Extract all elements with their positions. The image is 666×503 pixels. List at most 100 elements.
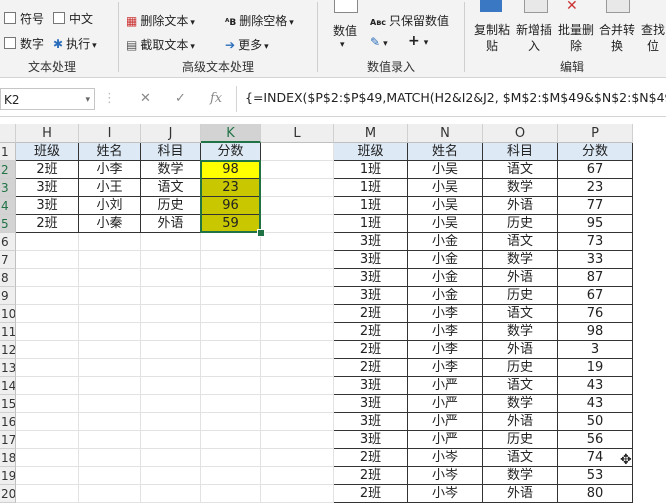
grid-cell[interactable] — [201, 287, 261, 305]
lookup-table-cell[interactable]: 2班 — [16, 161, 79, 179]
source-table-cell[interactable]: 语文 — [483, 449, 558, 467]
source-table-cell[interactable]: 小金 — [408, 269, 483, 287]
grid-cell[interactable] — [201, 485, 261, 503]
lookup-table-cell[interactable]: 语文 — [141, 179, 201, 197]
row-header[interactable]: 13 — [0, 359, 16, 377]
column-header-i[interactable]: I — [79, 124, 141, 143]
grid-cell[interactable] — [261, 395, 334, 413]
row-header[interactable]: 6 — [0, 233, 16, 251]
lookup-table-cell[interactable]: 59 — [201, 215, 261, 233]
source-table-cell[interactable]: 77 — [558, 197, 633, 215]
grid-cell[interactable] — [201, 395, 261, 413]
source-table-cell[interactable]: 2班 — [334, 359, 408, 377]
source-table-cell[interactable]: 1班 — [334, 161, 408, 179]
grid-cell[interactable] — [79, 269, 141, 287]
execute-button[interactable]: ✱ 执行 ▾ — [53, 35, 97, 52]
source-table-cell[interactable]: 23 — [558, 179, 633, 197]
source-table-cell[interactable]: 历史 — [483, 359, 558, 377]
grid-cell[interactable] — [141, 323, 201, 341]
source-table-cell[interactable]: 43 — [558, 377, 633, 395]
grid-cell[interactable] — [201, 413, 261, 431]
row-header[interactable]: 8 — [0, 269, 16, 287]
row-header[interactable]: 1 — [0, 143, 16, 161]
grid-cell[interactable] — [261, 377, 334, 395]
grid-cell[interactable] — [141, 485, 201, 503]
source-table-cell[interactable]: 3班 — [334, 287, 408, 305]
source-table-cell[interactable]: 小严 — [408, 413, 483, 431]
edit-input-button[interactable]: ✎ ▾ — [370, 35, 388, 49]
row-header[interactable]: 19 — [0, 467, 16, 485]
grid-cell[interactable] — [261, 197, 334, 215]
source-table-cell[interactable]: 98 — [558, 323, 633, 341]
find-locate-button[interactable]: 查找位 — [641, 22, 665, 54]
source-table-cell[interactable]: 数学 — [483, 467, 558, 485]
grid-cell[interactable] — [141, 431, 201, 449]
grid-cell[interactable] — [79, 413, 141, 431]
source-table-cell[interactable]: 2班 — [334, 341, 408, 359]
grid-cell[interactable] — [79, 359, 141, 377]
confirm-icon[interactable]: ✓ — [175, 91, 186, 106]
grid-cell[interactable] — [16, 233, 79, 251]
source-table-cell[interactable]: 小岑 — [408, 467, 483, 485]
grid-cell[interactable] — [261, 449, 334, 467]
grid-cell[interactable] — [141, 287, 201, 305]
source-table-cell[interactable]: 外语 — [483, 197, 558, 215]
fill-handle[interactable] — [257, 229, 265, 237]
grid-cell[interactable] — [201, 269, 261, 287]
grid-cell[interactable] — [261, 431, 334, 449]
source-table-cell[interactable]: 2班 — [334, 449, 408, 467]
grid-cell[interactable] — [79, 467, 141, 485]
source-table-cell[interactable]: 1班 — [334, 215, 408, 233]
source-table-cell[interactable]: 数学 — [483, 179, 558, 197]
grid-cell[interactable] — [201, 467, 261, 485]
source-table-cell[interactable]: 小李 — [408, 341, 483, 359]
grid-cell[interactable] — [79, 341, 141, 359]
row-header[interactable]: 7 — [0, 251, 16, 269]
source-table-cell[interactable]: 小李 — [408, 323, 483, 341]
batch-delete-button[interactable]: 批量删除 — [558, 22, 594, 54]
source-table-cell[interactable]: 语文 — [483, 233, 558, 251]
source-table-cell[interactable]: 历史 — [483, 287, 558, 305]
grid-cell[interactable] — [16, 269, 79, 287]
source-table-cell[interactable]: 小金 — [408, 233, 483, 251]
grid-cell[interactable] — [141, 269, 201, 287]
source-table-cell[interactable]: 外语 — [483, 413, 558, 431]
grid-cell[interactable] — [16, 305, 79, 323]
source-table-cell[interactable]: 小吴 — [408, 215, 483, 233]
name-box[interactable]: K2 ▾ — [0, 88, 95, 110]
source-table-cell[interactable]: 小严 — [408, 431, 483, 449]
row-header[interactable]: 18 — [0, 449, 16, 467]
column-header-m[interactable]: M — [334, 124, 408, 143]
row-header[interactable]: 17 — [0, 431, 16, 449]
grid-cell[interactable] — [16, 485, 79, 503]
grid-cell[interactable] — [79, 305, 141, 323]
insert-function-icon[interactable]: fx — [210, 91, 222, 106]
source-table-cell[interactable]: 小李 — [408, 305, 483, 323]
grid-cell[interactable] — [16, 449, 79, 467]
grid-cell[interactable] — [261, 485, 334, 503]
source-table-cell[interactable]: 56 — [558, 431, 633, 449]
row-header[interactable]: 12 — [0, 341, 16, 359]
grid-cell[interactable] — [141, 359, 201, 377]
grid-cell[interactable] — [79, 485, 141, 503]
source-table-cell[interactable]: 95 — [558, 215, 633, 233]
source-table-cell[interactable]: 2班 — [334, 485, 408, 503]
source-table-cell[interactable]: 67 — [558, 287, 633, 305]
lookup-table-cell[interactable]: 96 — [201, 197, 261, 215]
source-table-cell[interactable]: 小吴 — [408, 161, 483, 179]
grid-cell[interactable] — [261, 359, 334, 377]
grid-cell[interactable] — [201, 449, 261, 467]
number-checkbox[interactable]: 数字 — [4, 35, 44, 52]
source-table-cell[interactable]: 80 — [558, 485, 633, 503]
lookup-table-cell[interactable]: 小秦 — [79, 215, 141, 233]
grid-cell[interactable] — [261, 467, 334, 485]
source-table-cell[interactable]: 语文 — [483, 377, 558, 395]
grid-cell[interactable] — [261, 251, 334, 269]
source-table-cell[interactable]: 53 — [558, 467, 633, 485]
grid-cell[interactable] — [261, 143, 334, 161]
source-table-cell[interactable]: 数学 — [483, 251, 558, 269]
source-table-cell[interactable]: 外语 — [483, 269, 558, 287]
source-table-cell[interactable]: 87 — [558, 269, 633, 287]
source-table-cell[interactable]: 19 — [558, 359, 633, 377]
grid-cell[interactable] — [261, 323, 334, 341]
